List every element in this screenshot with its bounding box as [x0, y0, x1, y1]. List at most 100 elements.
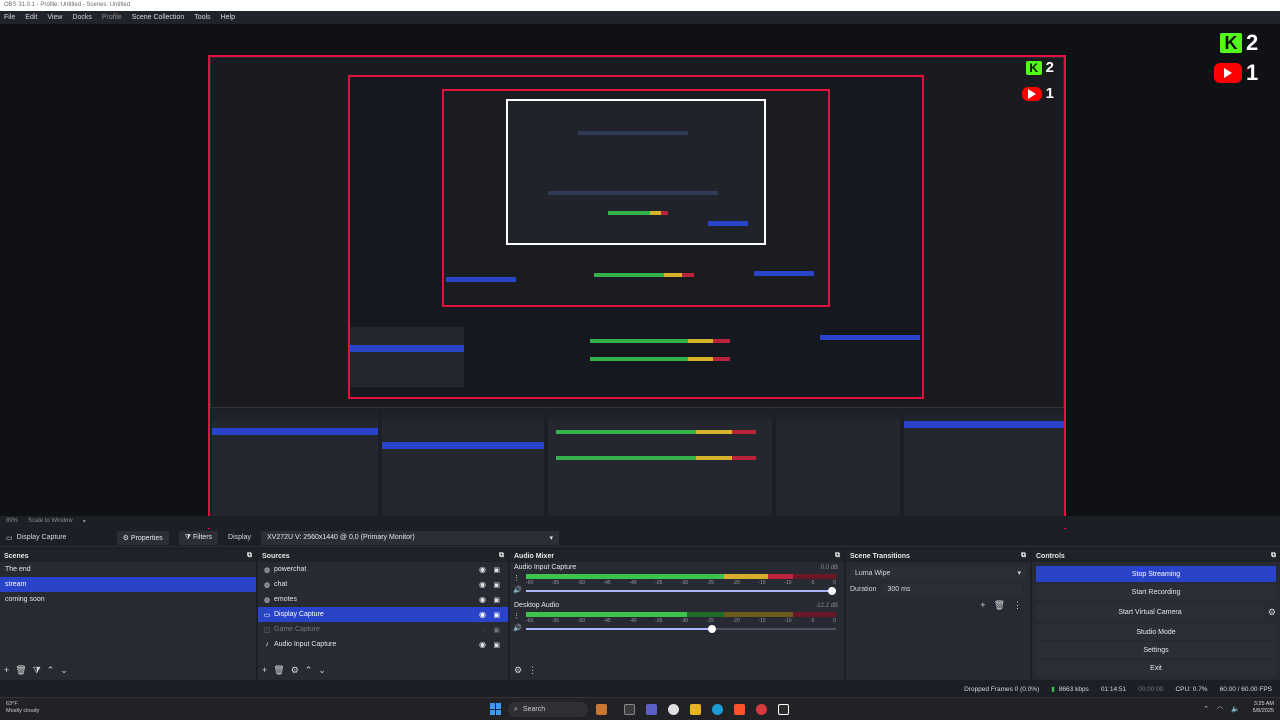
file-explorer-icon[interactable] — [690, 704, 701, 715]
display-select[interactable]: XV272U V: 2560x1440 @ 0,0 (Primary Monit… — [260, 530, 559, 545]
scene-item[interactable]: stream — [0, 577, 256, 592]
menu-help[interactable]: Help — [221, 14, 235, 21]
menu-tools[interactable]: Tools — [194, 14, 210, 21]
lock-icon[interactable]: ▣ — [493, 566, 500, 574]
volume-slider[interactable] — [526, 625, 836, 633]
task-view-icon[interactable] — [624, 704, 635, 715]
brave-icon[interactable] — [734, 704, 745, 715]
meter-scale: -60 -55 -50 -45 -40 -35 -30 -25 -20 -15 -10 -5 0 — [526, 580, 836, 586]
volume-icon[interactable]: 🔈 — [1231, 705, 1240, 713]
add-icon[interactable]: + — [262, 665, 267, 676]
volume-slider[interactable] — [526, 587, 836, 595]
properties-button[interactable]: ⚙ Properties — [116, 530, 169, 545]
gear-icon: ⚙ — [122, 534, 131, 542]
volume-knob[interactable] — [708, 625, 716, 633]
lock-icon[interactable]: ▣ — [493, 581, 500, 589]
network-icon[interactable]: ◠ — [1217, 705, 1223, 713]
lock-icon[interactable]: ▣ — [493, 596, 500, 604]
source-item[interactable]: ◍ powerchat ◉ ▣ — [258, 562, 508, 577]
eye-icon[interactable]: ◉ — [479, 565, 486, 574]
filter-icon[interactable]: ⧩ — [33, 665, 41, 676]
menu-file[interactable]: File — [4, 14, 15, 21]
volume-knob[interactable] — [828, 587, 836, 595]
gear-icon[interactable]: ⚙ — [291, 665, 299, 676]
taskbar-search[interactable]: ⌕ Search — [508, 702, 588, 717]
source-item[interactable]: ♪ Audio Input Capture ◉ ▣ — [258, 637, 508, 652]
settings-button[interactable]: Settings — [1036, 642, 1276, 658]
start-recording-button[interactable]: Start Recording — [1036, 584, 1276, 600]
undock-icon[interactable]: ⧉ — [1271, 552, 1276, 560]
undock-icon[interactable]: ⧉ — [835, 552, 840, 560]
chrome-icon[interactable] — [668, 704, 679, 715]
trash-icon[interactable]: 🗑 — [273, 665, 284, 676]
trash-icon[interactable]: 🗑 — [994, 600, 1005, 611]
menu-edit[interactable]: Edit — [25, 14, 37, 21]
stop-streaming-button[interactable]: Stop Streaming — [1036, 566, 1276, 582]
kebab-icon[interactable]: ⋮ — [528, 665, 537, 676]
speaker-icon[interactable]: 🔊 — [513, 624, 522, 632]
clock[interactable]: 3:25 AM 5/8/2025 — [1253, 701, 1274, 715]
source-item[interactable]: ◫ Game Capture ◌ ▣ — [258, 622, 508, 637]
chevron-down-icon[interactable]: ⌄ — [60, 665, 68, 676]
source-item[interactable]: ◍ chat ◉ ▣ — [258, 577, 508, 592]
level-meter — [526, 612, 836, 617]
add-icon[interactable]: + — [980, 600, 985, 611]
add-icon[interactable]: + — [4, 665, 9, 676]
eye-icon[interactable]: ◉ — [479, 640, 486, 649]
lock-icon[interactable]: ▣ — [493, 641, 500, 649]
transition-select[interactable]: Luma Wipe ▾ — [850, 566, 1026, 580]
record-time: 00:00:00 — [1138, 685, 1164, 693]
menu-scene-collection[interactable]: Scene Collection — [132, 14, 185, 21]
undock-icon[interactable]: ⧉ — [247, 552, 252, 560]
search-icon: ⌕ — [514, 705, 518, 713]
duration-input[interactable]: 300 ms — [882, 584, 1023, 595]
obs-icon[interactable] — [778, 704, 789, 715]
app-icon[interactable] — [596, 704, 607, 715]
preview-area[interactable]: K 2 1 K 2 1 — [0, 24, 1280, 537]
scene-item[interactable]: The end — [0, 562, 256, 577]
eye-icon[interactable]: ◉ — [479, 610, 486, 619]
chevron-down-icon[interactable]: ⌄ — [318, 665, 326, 676]
lock-icon[interactable]: ▣ — [493, 626, 500, 634]
scene-item[interactable]: coming soon — [0, 592, 256, 607]
windows-start-icon[interactable] — [490, 703, 502, 715]
controls-dock: Controls ⧉ Stop Streaming Start Recording… — [1032, 550, 1280, 680]
channel-name: Desktop Audio — [514, 602, 560, 609]
lock-icon[interactable]: ▣ — [493, 611, 500, 619]
source-item[interactable]: ▭ Display Capture ◉ ▣ — [258, 607, 508, 622]
source-item[interactable]: ◍ emotes ◉ ▣ — [258, 592, 508, 607]
chevron-up-icon[interactable]: ⌃ — [1203, 705, 1209, 713]
eye-icon[interactable]: ◉ — [479, 595, 486, 604]
undock-icon[interactable]: ⧉ — [499, 552, 504, 560]
start-virtual-camera-button[interactable]: Start Virtual Camera — [1036, 604, 1264, 620]
chevron-up-icon[interactable]: ⌃ — [305, 665, 313, 676]
scale-mode-select[interactable]: Scale to Window — [28, 518, 73, 526]
gear-icon[interactable]: ⚙ — [1268, 607, 1276, 618]
menu-profile[interactable]: Profile — [102, 14, 122, 21]
gear-icon[interactable]: ⚙ — [514, 665, 522, 676]
filters-label: Filters — [192, 533, 213, 541]
filters-button[interactable]: ⧩ Filters — [178, 530, 219, 545]
weather-widget[interactable]: 63°F Mostly cloudy — [6, 701, 39, 715]
chevron-up-icon[interactable]: ⌃ — [47, 665, 55, 676]
menu-view[interactable]: View — [47, 14, 62, 21]
app-icon[interactable] — [756, 704, 767, 715]
kebab-icon[interactable]: ⋮ — [513, 574, 520, 582]
studio-mode-button[interactable]: Studio Mode — [1036, 624, 1276, 640]
controls-title: Controls — [1036, 552, 1065, 560]
status-bar: Dropped Frames 0 (0.0%) ▮ 8663 kbps 01:1… — [0, 682, 1280, 696]
eye-hidden-icon[interactable]: ◌ — [481, 625, 486, 634]
kebab-icon[interactable]: ⋮ — [1013, 600, 1022, 611]
undock-icon[interactable]: ⧉ — [1021, 552, 1026, 560]
eye-icon[interactable]: ◉ — [479, 580, 486, 589]
exit-button[interactable]: Exit — [1036, 660, 1276, 676]
channel-db: -12.2 dB — [815, 603, 838, 609]
chevron-down-icon[interactable]: ▾ — [83, 518, 86, 526]
edge-icon[interactable] — [712, 704, 723, 715]
teams-icon[interactable] — [646, 704, 657, 715]
kebab-icon[interactable]: ⋮ — [513, 612, 520, 620]
menu-docks[interactable]: Docks — [72, 14, 91, 21]
speaker-icon[interactable]: 🔊 — [513, 586, 522, 594]
trash-icon[interactable]: 🗑 — [15, 665, 26, 676]
preview-canvas[interactable]: K 2 1 — [208, 55, 1066, 537]
